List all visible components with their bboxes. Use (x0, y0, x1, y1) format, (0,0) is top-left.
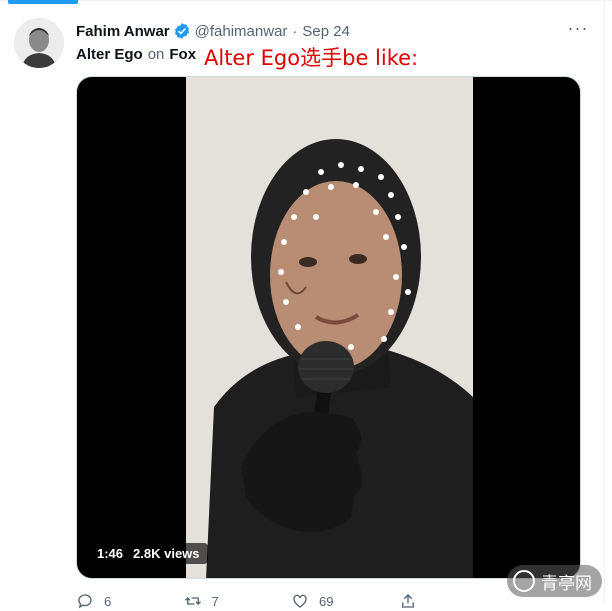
video-frame[interactable] (186, 77, 473, 578)
author-handle[interactable]: @fahimanwar (195, 23, 288, 40)
avatar[interactable] (14, 18, 64, 68)
watermark: 青亭网 (507, 565, 602, 597)
retweet-count: 7 (211, 593, 219, 609)
overlay-caption: Alter Ego选手be like: (204, 46, 419, 70)
video-player[interactable]: 1:46 2.8K views (76, 76, 581, 579)
tweet-date[interactable]: Sep 24 (302, 23, 350, 40)
like-icon (293, 594, 307, 608)
author-name[interactable]: Fahim Anwar (76, 23, 170, 40)
like-button[interactable]: 69 (291, 591, 399, 611)
share-icon (401, 594, 414, 608)
context-line[interactable]: Alter Ego on Fox (76, 43, 196, 65)
reply-count: 6 (104, 593, 112, 609)
like-count: 69 (319, 593, 334, 609)
context-show: Alter Ego (76, 45, 143, 63)
share-button[interactable] (399, 591, 507, 611)
context-network: Fox (169, 45, 197, 63)
top-divider (0, 0, 612, 1)
separator-dot: · (292, 22, 298, 40)
video-duration: 1:46 (97, 546, 124, 561)
reply-icon (78, 594, 92, 609)
retweet-icon (184, 597, 201, 605)
watermark-text: 青亭网 (541, 573, 592, 594)
context-on: on (147, 45, 165, 63)
video-stats: 1:46 2.8K views (89, 543, 208, 564)
more-icon[interactable]: ··· (566, 19, 590, 38)
tweet-header: Fahim Anwar @fahimanwar · Sep 24 (76, 20, 572, 42)
active-tab-indicator (8, 0, 78, 4)
verified-badge-icon (174, 23, 189, 39)
action-bar: 6 7 69 (76, 591, 506, 611)
reply-button[interactable]: 6 (76, 591, 184, 611)
watermark-logo-icon (513, 570, 535, 592)
video-views: 2.8K views (133, 546, 200, 561)
retweet-button[interactable]: 7 (184, 591, 292, 611)
column-divider (604, 0, 605, 605)
